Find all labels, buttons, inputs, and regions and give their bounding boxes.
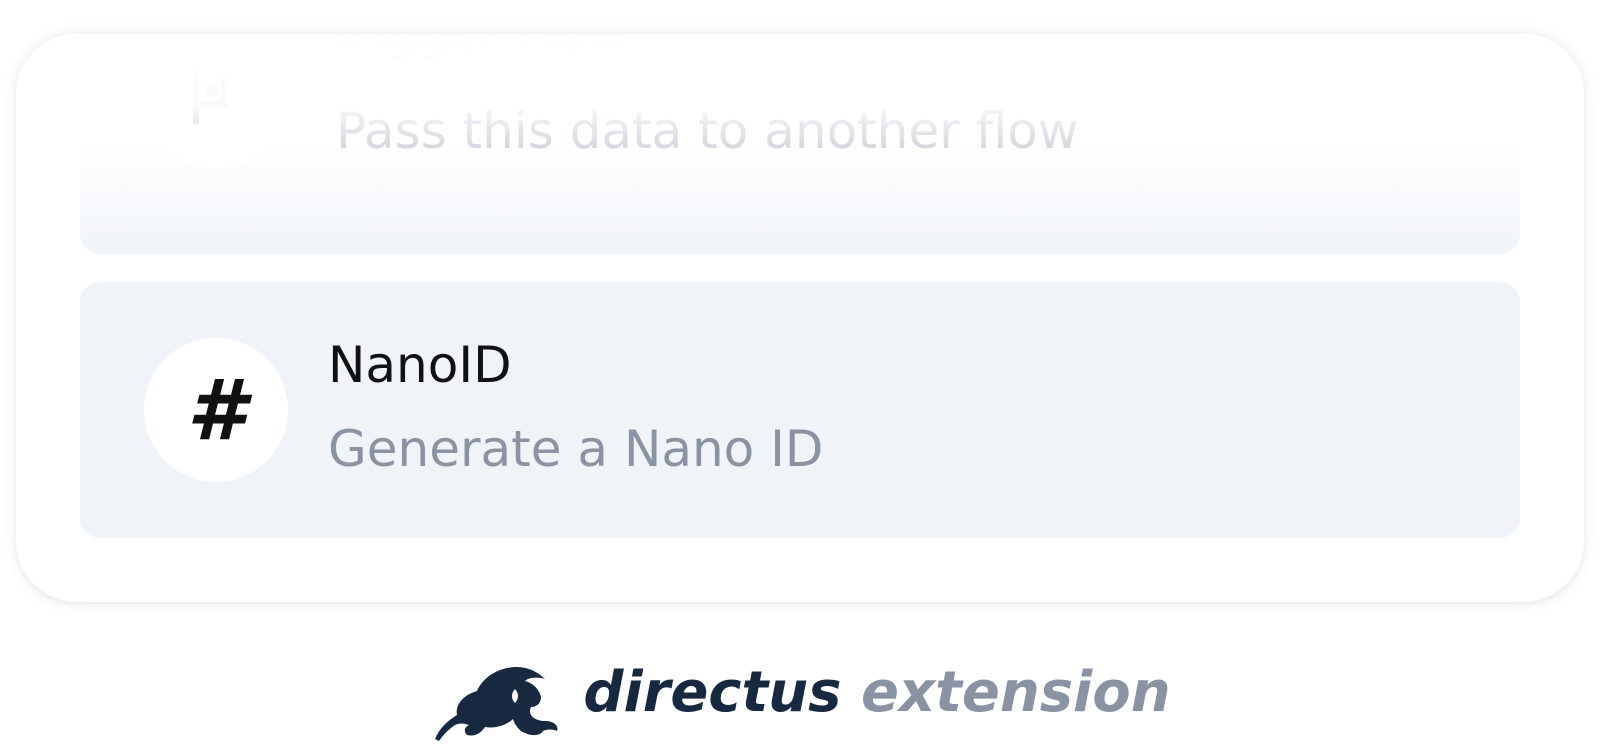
flow-trigger-icon-badge (144, 34, 288, 168)
footer-branding: directus extension (0, 656, 1600, 746)
operation-item-nanoid[interactable]: # NanoID Generate a Nano ID (80, 282, 1520, 538)
hash-icon-badge: # (144, 338, 288, 482)
directus-extension-logo: directus extension (429, 659, 1171, 743)
brand-wordmark: directus extension (583, 660, 1170, 725)
directus-rabbit-logo (435, 667, 558, 741)
flow-trigger-icon (193, 70, 227, 124)
brand-word-extension: extension (860, 659, 1171, 725)
operations-card: Trigger Flow Pass this data to another f… (16, 34, 1584, 602)
operation-item-trigger-flow[interactable]: Trigger Flow Pass this data to another f… (80, 34, 1520, 254)
operation-description: Generate a Nano ID (328, 420, 824, 478)
hash-icon: # (186, 361, 246, 459)
operation-description: Pass this data to another flow (336, 102, 1079, 160)
operation-title: Trigger Flow (328, 34, 630, 62)
brand-word-directus: directus (583, 659, 842, 725)
operation-title: NanoID (328, 336, 512, 394)
